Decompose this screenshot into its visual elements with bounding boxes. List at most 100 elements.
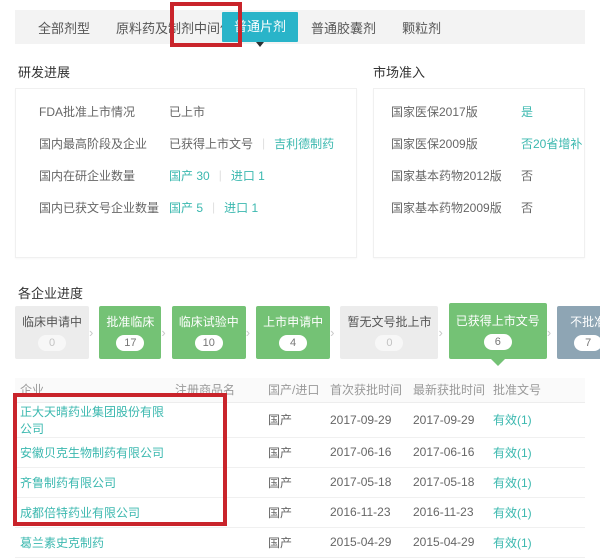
progress-step-label: 暂无文号批上市 — [347, 313, 431, 330]
first-approval-cell: 2017-06-16 — [330, 437, 413, 467]
company-table: 企业 注册商品名 国产/进口 首次获批时间 最新获批时间 批准文号 正大天晴药业… — [15, 378, 585, 558]
in-research-count-label: 国内在研企业数量 — [39, 167, 169, 184]
dosage-form-tab[interactable]: 普通胶囊剂 — [298, 18, 389, 37]
progress-step[interactable]: 临床申请中 0 — [15, 306, 89, 359]
progress-step-wrap: 批准临床 17 — [89, 306, 161, 359]
licensed-domestic-link[interactable]: 国产 5 — [169, 199, 203, 216]
progress-step[interactable]: 批准临床 17 — [99, 306, 161, 359]
col-header-origin: 国产/进口 — [268, 378, 330, 402]
progress-step-count-badge: 6 — [484, 334, 512, 350]
in-research-domestic-link[interactable]: 国产 30 — [169, 167, 210, 184]
dosage-form-tab[interactable]: 颗粒剂 — [389, 18, 454, 37]
progress-step[interactable]: 不批准 7 — [557, 306, 600, 359]
progress-step-count-badge: 0 — [375, 335, 403, 351]
progress-step-label: 上市申请中 — [263, 313, 323, 330]
eml-2012-value: 否 — [521, 167, 533, 184]
brand-cell — [175, 527, 268, 557]
eml-2009-row: 国家基本药物2009版 否 — [374, 191, 584, 223]
progress-step-wrap: 临床试验中 10 — [161, 306, 245, 359]
col-header-license: 批准文号 — [493, 378, 585, 402]
in-research-imported-link[interactable]: 进口 1 — [231, 167, 265, 184]
first-approval-cell: 2017-09-29 — [330, 402, 413, 437]
dosage-form-tab[interactable]: 全部剂型 — [25, 18, 103, 37]
origin-cell: 国产 — [268, 467, 330, 497]
progress-step-label: 批准临床 — [106, 313, 154, 330]
table-row: 成都倍特药业有限公司 国产 2016-11-23 2016-11-23 有效(1… — [15, 497, 585, 527]
brand-cell — [175, 467, 268, 497]
progress-step-count-badge: 4 — [279, 335, 307, 351]
latest-approval-cell: 2017-09-29 — [413, 402, 493, 437]
licensed-imported-link[interactable]: 进口 1 — [224, 199, 258, 216]
in-research-count-row: 国内在研企业数量 国产 30 | 进口 1 — [16, 159, 356, 191]
table-row: 葛兰素史克制药 国产 2015-04-29 2015-04-29 有效(1) — [15, 527, 585, 557]
first-approval-cell: 2017-05-18 — [330, 467, 413, 497]
nrdl-2017-value[interactable]: 是 — [521, 103, 533, 120]
company-link[interactable]: 葛兰素史克制药 — [20, 536, 104, 550]
col-header-company: 企业 — [15, 378, 175, 402]
table-header-row: 企业 注册商品名 国产/进口 首次获批时间 最新获批时间 批准文号 — [15, 378, 585, 402]
brand-cell — [175, 437, 268, 467]
origin-cell: 国产 — [268, 527, 330, 557]
latest-approval-cell: 2017-06-16 — [413, 437, 493, 467]
progress-step-count-badge: 0 — [38, 335, 66, 351]
first-approval-cell: 2015-04-29 — [330, 527, 413, 557]
table-row: 齐鲁制药有限公司 国产 2017-05-18 2017-05-18 有效(1) — [15, 467, 585, 497]
progress-step-label: 不批准 — [564, 313, 600, 330]
market-access-panel: 国家医保2017版 是 国家医保2009版 否20省增补 国家基本药物2012版… — [373, 88, 585, 258]
progress-step[interactable]: 临床试验中 10 — [172, 306, 246, 359]
col-header-latest-approval: 最新获批时间 — [413, 378, 493, 402]
company-link[interactable]: 正大天晴药业集团股份有限公司 — [20, 405, 164, 436]
nrdl-2009-row: 国家医保2009版 否20省增补 — [374, 127, 584, 159]
progress-step-wrap: 临床申请中 0 — [15, 306, 89, 359]
progress-step[interactable]: 暂无文号批上市 0 — [340, 306, 438, 359]
licensed-count-label: 国内已获文号企业数量 — [39, 199, 169, 216]
license-link[interactable]: 有效(1) — [493, 536, 532, 550]
nrdl-2009-value[interactable]: 否20省增补 — [521, 135, 582, 152]
origin-cell: 国产 — [268, 437, 330, 467]
company-progress-title: 各企业进度 — [18, 283, 83, 302]
company-link[interactable]: 安徽贝克生物制药有限公司 — [20, 446, 164, 460]
progress-step-wrap: 已获得上市文号 6 — [438, 306, 546, 359]
eml-2009-value: 否 — [521, 199, 533, 216]
table-row: 正大天晴药业集团股份有限公司 国产 2017-09-29 2017-09-29 … — [15, 402, 585, 437]
rnd-progress-panel: FDA批准上市情况 已上市 国内最高阶段及企业 已获得上市文号 | 吉利德制药 … — [15, 88, 357, 258]
fda-status-row: FDA批准上市情况 已上市 — [16, 95, 356, 127]
col-header-brand: 注册商品名 — [175, 378, 268, 402]
license-link[interactable]: 有效(1) — [493, 506, 532, 520]
license-link[interactable]: 有效(1) — [493, 413, 532, 427]
domestic-stage-label: 国内最高阶段及企业 — [39, 135, 169, 152]
nrdl-2009-label: 国家医保2009版 — [391, 135, 521, 152]
progress-step-bar: 临床申请中 0 批准临床 17 临床试验中 10 上市申请中 4 — [15, 306, 593, 359]
market-access-title: 市场准入 — [373, 62, 425, 81]
latest-approval-cell: 2016-11-23 — [413, 497, 493, 527]
latest-approval-cell: 2017-05-18 — [413, 467, 493, 497]
company-link[interactable]: 齐鲁制药有限公司 — [20, 476, 116, 490]
progress-step-wrap: 暂无文号批上市 0 — [330, 306, 438, 359]
col-header-first-approval: 首次获批时间 — [330, 378, 413, 402]
progress-step-count-badge: 10 — [195, 335, 223, 351]
license-link[interactable]: 有效(1) — [493, 446, 532, 460]
license-link[interactable]: 有效(1) — [493, 476, 532, 490]
progress-step-label: 临床试验中 — [179, 313, 239, 330]
fda-status-label: FDA批准上市情况 — [39, 103, 169, 120]
progress-step-count-badge: 7 — [574, 335, 600, 351]
eml-2012-label: 国家基本药物2012版 — [391, 167, 521, 184]
company-link[interactable]: 成都倍特药业有限公司 — [20, 506, 140, 520]
domestic-stage-company-link[interactable]: 吉利德制药 — [274, 135, 334, 152]
divider: | — [262, 136, 265, 150]
progress-step-label: 已获得上市文号 — [456, 312, 540, 329]
progress-step-wrap: 上市申请中 4 — [246, 306, 330, 359]
divider: | — [212, 200, 215, 214]
brand-cell — [175, 402, 268, 437]
first-approval-cell: 2016-11-23 — [330, 497, 413, 527]
progress-step-wrap: 不批准 7 — [547, 306, 600, 359]
dosage-form-tab[interactable]: 普通片剂 — [222, 12, 298, 42]
brand-cell — [175, 497, 268, 527]
origin-cell: 国产 — [268, 402, 330, 437]
progress-step[interactable]: 上市申请中 4 — [256, 306, 330, 359]
domestic-stage-value: 已获得上市文号 — [169, 135, 253, 152]
progress-step[interactable]: 已获得上市文号 6 — [449, 303, 547, 359]
dosage-form-tabbar: 全部剂型 原料药及制剂中间体 普通片剂 普通胶囊剂 颗粒剂 — [15, 10, 585, 44]
progress-step-label: 临床申请中 — [22, 313, 82, 330]
origin-cell: 国产 — [268, 497, 330, 527]
